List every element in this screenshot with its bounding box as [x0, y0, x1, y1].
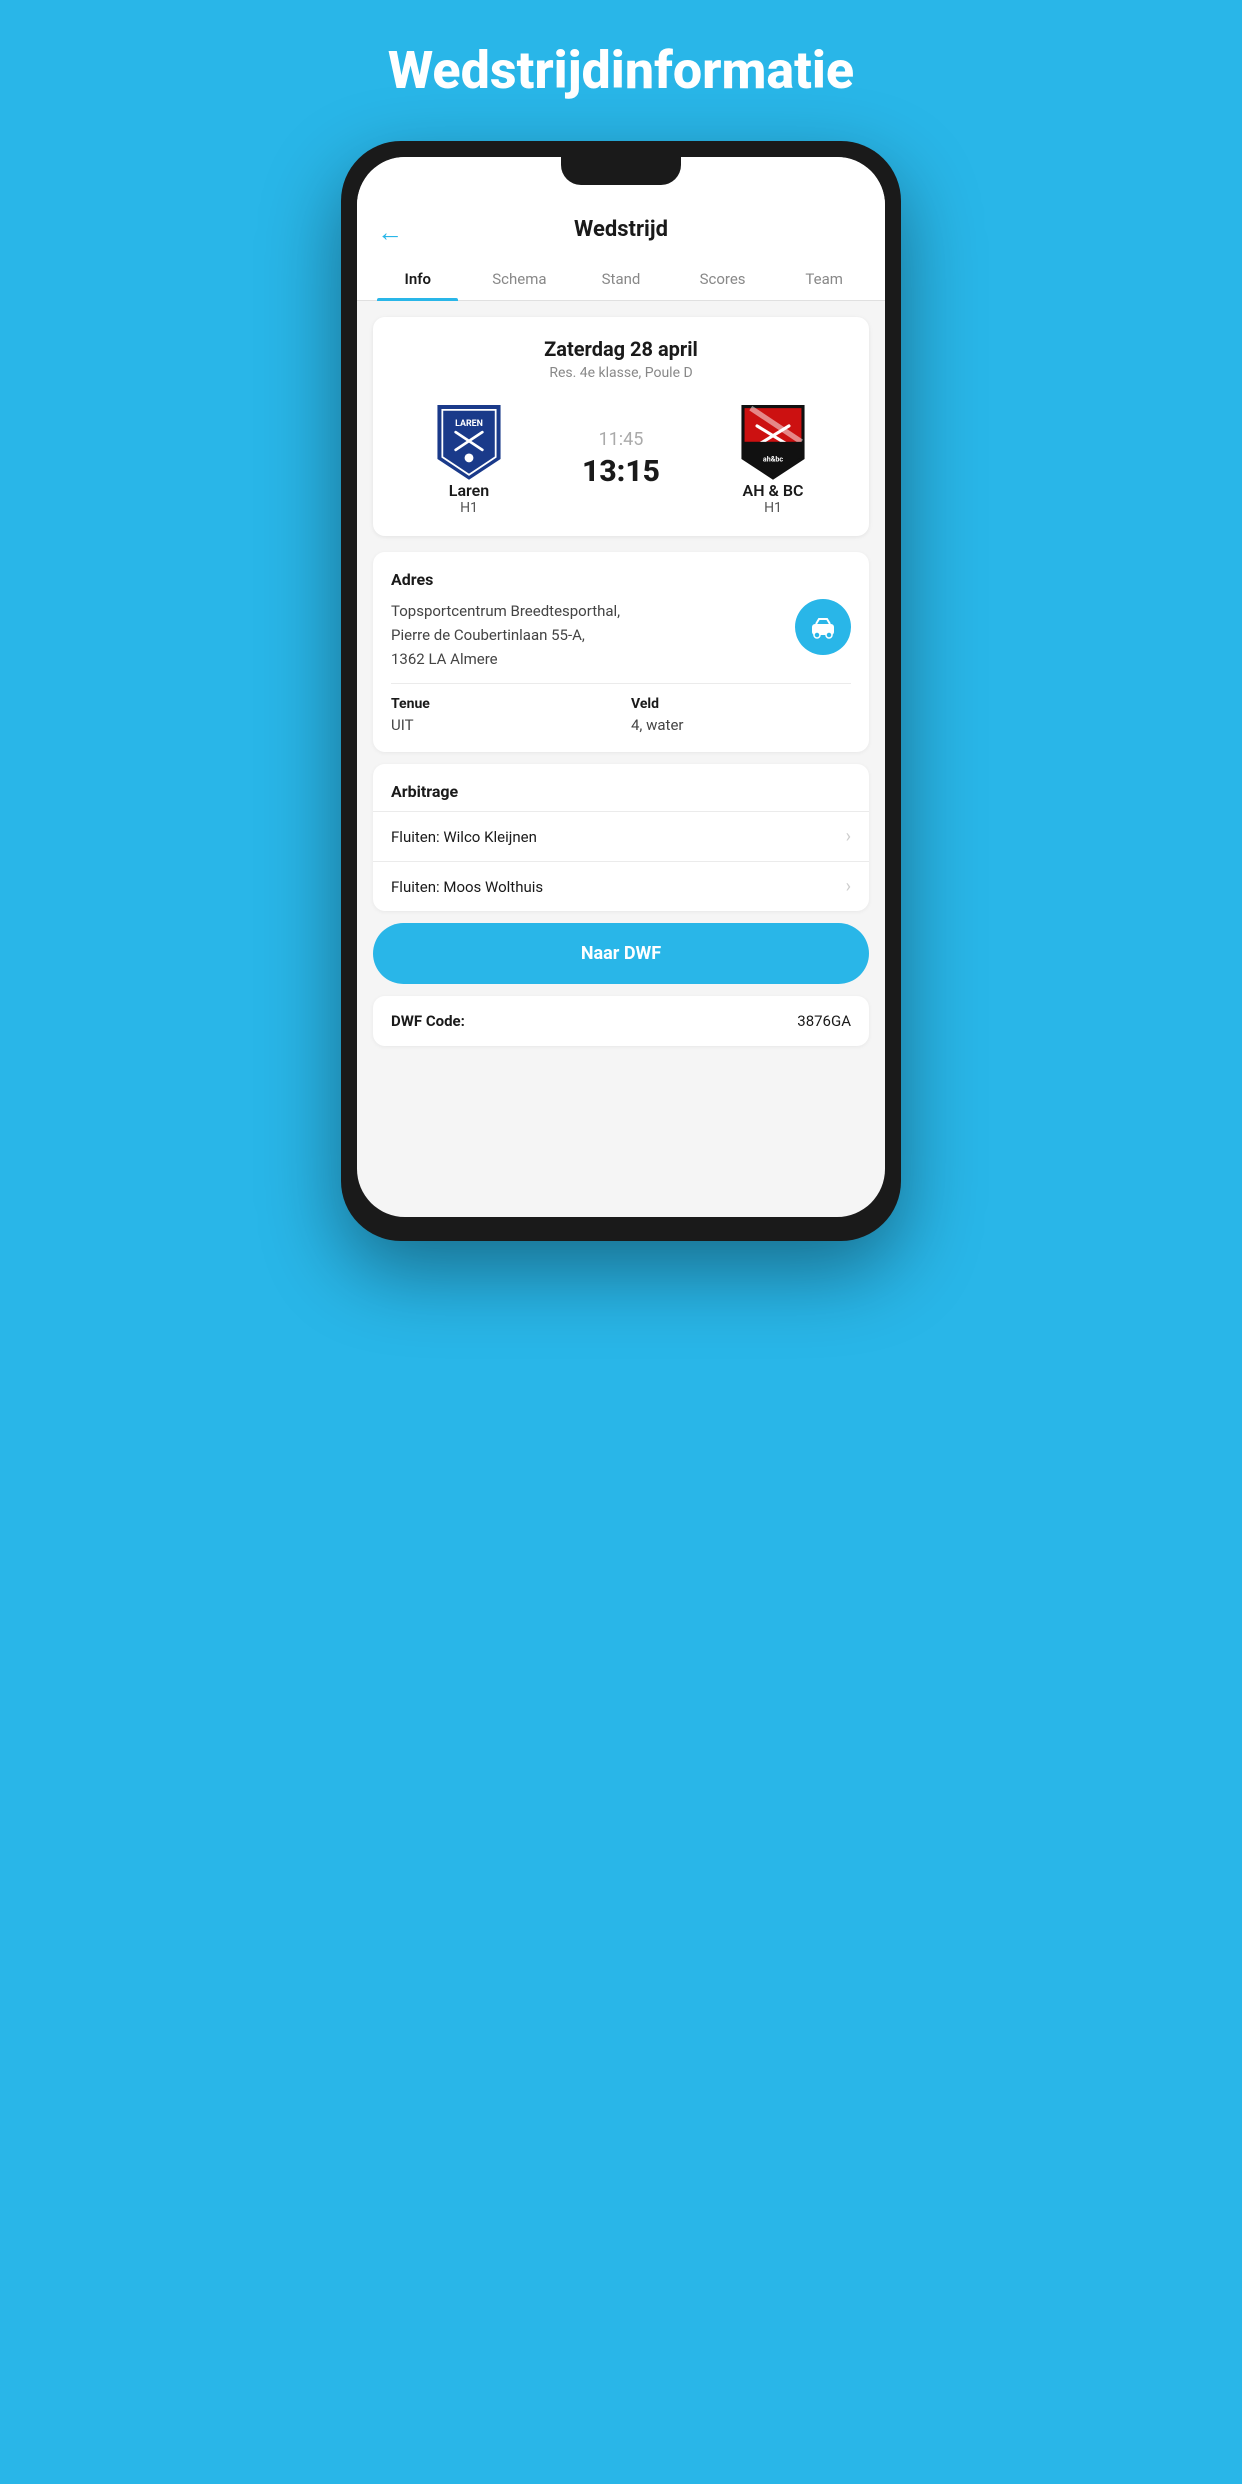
- tenue-value: UIT: [391, 716, 611, 734]
- tab-stand[interactable]: Stand: [570, 258, 672, 300]
- address-divider: [391, 683, 851, 684]
- tenue-label: Tenue: [391, 696, 611, 712]
- tabs-bar: Info Schema Stand Scores Team: [357, 258, 885, 301]
- veld-col: Veld 4, water: [631, 696, 851, 734]
- car-icon: [809, 613, 837, 641]
- app-content: ← Wedstrijd Info Schema Stand Scores Tea…: [357, 157, 885, 1217]
- away-team-name: AH & BC: [743, 481, 804, 500]
- match-teams: LAREN Laren H1 11:45 13:15: [393, 401, 849, 516]
- match-card: Zaterdag 28 april Res. 4e klasse, Poule …: [373, 317, 869, 536]
- score-block: 11:45 13:15: [545, 429, 697, 489]
- page-background-title: Wedstrijdinformatie: [271, 40, 971, 101]
- back-button[interactable]: ←: [377, 217, 403, 248]
- tab-team[interactable]: Team: [773, 258, 875, 300]
- address-row: Topsportcentrum Breedtesporthal, Pierre …: [391, 599, 851, 671]
- dwf-button[interactable]: Naar DWF: [373, 923, 869, 984]
- score-time: 11:45: [599, 429, 644, 450]
- score-main: 13:15: [582, 454, 660, 489]
- chevron-icon-1: ›: [846, 826, 851, 847]
- arbitrage-name-1: Fluiten: Wilco Kleijnen: [391, 828, 537, 846]
- arbitrage-name-2: Fluiten: Moos Wolthuis: [391, 878, 543, 896]
- home-team-sub: H1: [460, 500, 478, 516]
- tab-info[interactable]: Info: [367, 258, 469, 300]
- address-section: Adres Topsportcentrum Breedtesporthal, P…: [373, 552, 869, 752]
- veld-label: Veld: [631, 696, 851, 712]
- svg-text:LAREN: LAREN: [455, 419, 483, 429]
- phone-screen: ← Wedstrijd Info Schema Stand Scores Tea…: [357, 157, 885, 1217]
- dwf-code-label: DWF Code:: [391, 1012, 465, 1030]
- match-date: Zaterdag 28 april: [393, 337, 849, 361]
- tab-schema[interactable]: Schema: [469, 258, 571, 300]
- phone-notch: [561, 157, 681, 185]
- tab-scores[interactable]: Scores: [672, 258, 774, 300]
- home-team-name: Laren: [449, 481, 489, 500]
- chevron-icon-2: ›: [846, 876, 851, 897]
- arbitrage-item-2[interactable]: Fluiten: Moos Wolthuis ›: [373, 861, 869, 911]
- away-team: ah&bc AH & BC H1: [697, 401, 849, 516]
- veld-value: 4, water: [631, 716, 851, 734]
- home-team: LAREN Laren H1: [393, 401, 545, 516]
- arbitrage-item-1[interactable]: Fluiten: Wilco Kleijnen ›: [373, 811, 869, 861]
- ahbc-logo: ah&bc: [733, 401, 813, 481]
- laren-logo: LAREN: [429, 401, 509, 481]
- away-team-sub: H1: [764, 500, 782, 516]
- match-league: Res. 4e klasse, Poule D: [393, 365, 849, 381]
- address-text: Topsportcentrum Breedtesporthal, Pierre …: [391, 599, 783, 671]
- arbitrage-section: Arbitrage Fluiten: Wilco Kleijnen › Flui…: [373, 764, 869, 911]
- dwf-code-value: 3876GA: [797, 1012, 851, 1030]
- dwf-section: Naar DWF: [373, 923, 869, 984]
- svg-text:ah&bc: ah&bc: [763, 454, 783, 463]
- page-title: Wedstrijd: [574, 217, 668, 242]
- dwf-code-section: DWF Code: 3876GA: [373, 996, 869, 1046]
- tenue-veld-grid: Tenue UIT Veld 4, water: [391, 696, 851, 734]
- navigate-button[interactable]: [795, 599, 851, 655]
- address-label: Adres: [391, 570, 851, 589]
- phone-frame: ← Wedstrijd Info Schema Stand Scores Tea…: [341, 141, 901, 1241]
- tenue-col: Tenue UIT: [391, 696, 611, 734]
- arbitrage-title: Arbitrage: [373, 782, 869, 811]
